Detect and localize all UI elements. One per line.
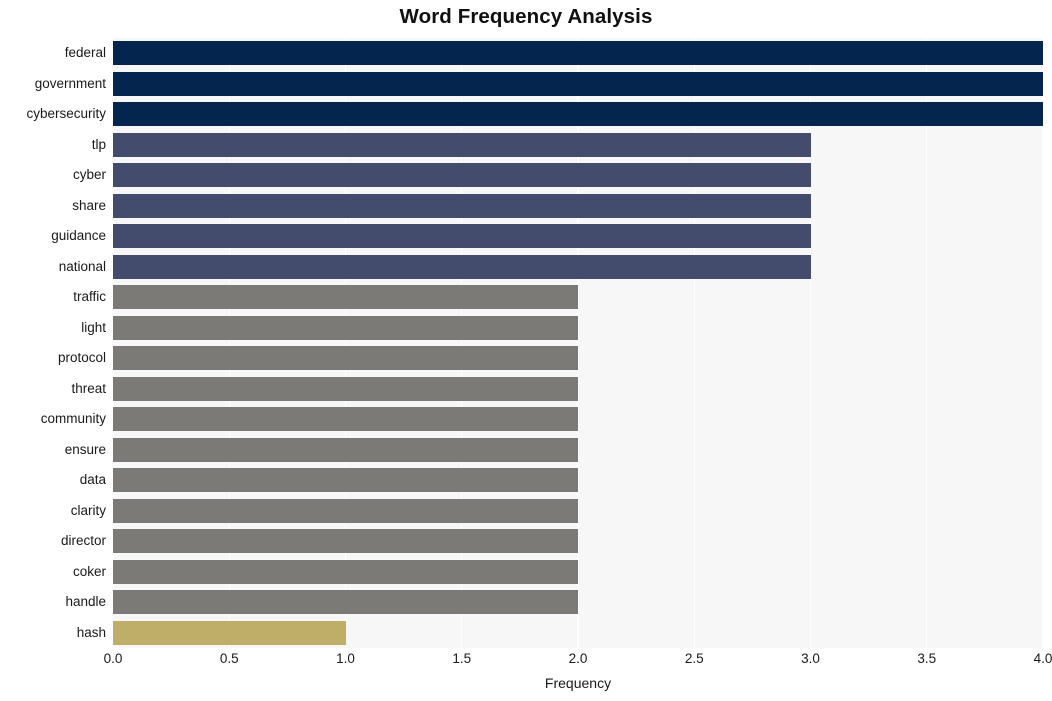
gridline-x-4.0: [1042, 38, 1043, 648]
bar[interactable]: [113, 407, 578, 432]
x-axis-tick-label: 3.5: [917, 651, 937, 666]
y-axis-tick-label: community: [40, 411, 106, 427]
bar[interactable]: [113, 132, 811, 157]
y-axis-tick-label: government: [34, 75, 106, 91]
gridline-x-3.0: [809, 38, 812, 648]
y-axis-tick-label: guidance: [51, 228, 106, 244]
y-axis-tick-label: share: [72, 197, 106, 213]
bar[interactable]: [113, 224, 811, 249]
gridline-x-0.5: [228, 38, 230, 648]
y-axis-tick-label: national: [58, 258, 106, 274]
x-axis-tick-label: 0.5: [219, 651, 239, 666]
x-axis-tick-label: 1.5: [452, 651, 472, 666]
bar[interactable]: [113, 376, 578, 401]
x-axis-tick-label: 0.0: [103, 651, 123, 666]
bar[interactable]: [113, 193, 811, 218]
gridline-x-3.5: [926, 38, 928, 648]
y-axis-tick-label: light: [81, 319, 106, 335]
x-axis-tick-label: 3.0: [801, 651, 820, 666]
x-axis-tick-label: 4.0: [1033, 651, 1052, 666]
bar[interactable]: [113, 620, 346, 645]
y-axis-tick-label: cyber: [72, 167, 106, 183]
y-axis-tick-label: cybersecurity: [26, 106, 106, 122]
y-axis-tick-label: data: [79, 472, 106, 488]
gridline-x-0.0: [113, 38, 114, 648]
gridline-x-1.0: [344, 38, 347, 648]
bar[interactable]: [113, 41, 1043, 66]
x-axis-title: Frequency: [544, 675, 612, 691]
bar[interactable]: [113, 315, 578, 340]
bar[interactable]: [113, 163, 811, 188]
y-axis-tick-label: clarity: [70, 502, 106, 518]
y-axis-tick-label: hash: [76, 624, 106, 640]
bar[interactable]: [113, 529, 578, 554]
y-axis-tick-label: traffic: [73, 289, 106, 305]
y-axis-tick-label: tlp: [91, 136, 106, 152]
bar[interactable]: [113, 102, 1043, 127]
bar[interactable]: [113, 590, 578, 615]
bar[interactable]: [113, 71, 1043, 96]
x-axis-tick-label: 1.0: [336, 651, 355, 666]
x-axis-tick-label: 2.0: [568, 651, 588, 666]
x-axis-tick-label: 2.5: [684, 651, 704, 666]
bar[interactable]: [113, 559, 578, 584]
bar[interactable]: [113, 498, 578, 523]
bar[interactable]: [113, 346, 578, 371]
bar[interactable]: [113, 285, 578, 310]
gridline-x-1.5: [461, 38, 463, 648]
y-axis-tick-label: coker: [72, 563, 106, 579]
y-axis-tick-label: threat: [71, 380, 106, 396]
chart-title: Word Frequency Analysis: [399, 5, 653, 28]
bar[interactable]: [113, 468, 578, 493]
x-axis-tick-labels: 0.0 0.5 1.0 1.5 2.0 2.5 3.0 3.5 4.0: [104, 651, 1052, 673]
bar[interactable]: [113, 437, 578, 462]
chart-figure: Word Frequency Analysis federal governmen…: [0, 0, 1052, 701]
y-axis-tick-label: federal: [64, 45, 106, 61]
y-axis-tick-label: protocol: [57, 350, 106, 366]
bar[interactable]: [113, 254, 811, 279]
y-axis-tick-label: handle: [65, 594, 106, 610]
plot-area: [113, 38, 1043, 648]
y-axis-tick-label: ensure: [64, 441, 106, 457]
y-axis-tick-label: director: [60, 533, 106, 549]
gridline-x-2.0: [577, 38, 579, 648]
gridline-x-2.5: [693, 38, 695, 648]
y-axis-tick-labels: federal government cybersecurity tlp cyber sh…: [0, 38, 106, 648]
